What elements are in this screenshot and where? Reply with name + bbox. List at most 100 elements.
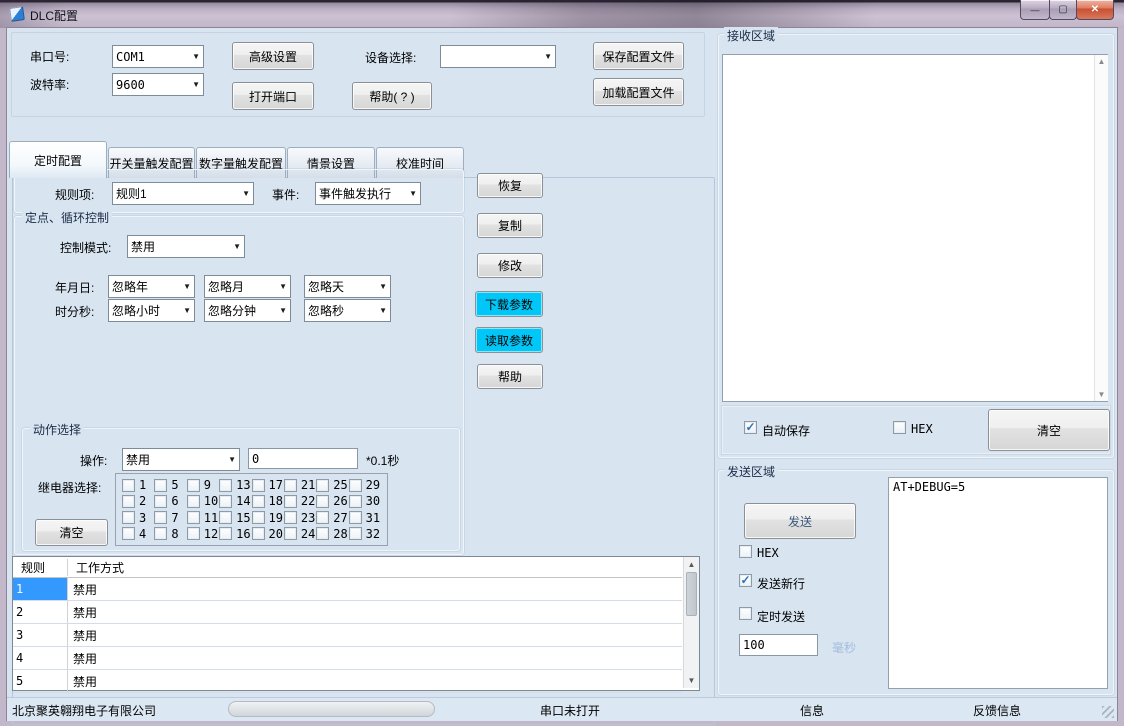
autosave-checkbox[interactable]: ✓ [744,421,757,434]
relay-checkbox[interactable] [122,511,135,524]
year-select[interactable]: 忽略年 ▼ [108,275,195,298]
minimize-button[interactable]: — [1020,0,1050,20]
mode-cell[interactable]: 禁用 [68,601,682,623]
relay-checkbox[interactable] [349,527,362,540]
table-row[interactable]: 2禁用 [13,601,682,624]
table-row[interactable]: 1禁用 [13,578,682,601]
mode-cell[interactable]: 禁用 [68,670,682,692]
send-newline-checkbox[interactable]: ✓ [739,574,752,587]
scroll-down-icon[interactable]: ▼ [1098,388,1106,401]
relay-checkbox[interactable] [349,495,362,508]
minute-select[interactable]: 忽略分钟 ▼ [204,299,291,322]
relay-checkbox[interactable] [349,479,362,492]
help-button[interactable]: 帮助 [477,364,543,389]
relay-checkbox[interactable] [154,495,167,508]
month-select[interactable]: 忽略月 ▼ [204,275,291,298]
relay-checkbox[interactable] [154,527,167,540]
relay-checkbox[interactable] [316,479,329,492]
relay-checkbox[interactable] [122,527,135,540]
rules-table[interactable]: 规则 工作方式 1禁用2禁用3禁用4禁用5禁用 ▲ ▼ [12,556,700,691]
rule-cell[interactable]: 4 [13,647,68,669]
relay-number: 1 [139,478,146,492]
maximize-button[interactable]: ▢ [1049,0,1077,20]
relay-checkbox[interactable] [284,511,297,524]
rule-select[interactable]: 规则1 ▼ [112,182,254,205]
title-bar[interactable]: DLC配置 — ▢ ✕ [0,0,1124,28]
relay-checkbox[interactable] [219,527,232,540]
receive-scrollbar[interactable]: ▲ ▼ [1094,55,1108,401]
relay-cell: 6 [154,493,186,509]
scrollbar-track[interactable] [684,616,699,673]
close-button[interactable]: ✕ [1076,0,1114,20]
save-config-button[interactable]: 保存配置文件 [593,42,684,70]
relay-checkbox[interactable] [252,479,265,492]
relay-checkbox[interactable] [154,479,167,492]
relay-clear-button[interactable]: 清空 [35,519,108,546]
modify-button[interactable]: 修改 [477,253,543,278]
table-row[interactable]: 3禁用 [13,624,682,647]
relay-checkbox[interactable] [284,527,297,540]
help-question-button[interactable]: 帮助( ? ) [352,82,432,110]
relay-checkbox[interactable] [252,495,265,508]
rule-cell[interactable]: 5 [13,670,68,692]
relay-checkbox[interactable] [284,495,297,508]
send-button[interactable]: 发送 [744,503,856,539]
relay-checkbox[interactable] [187,479,200,492]
scrollbar-thumb[interactable] [686,572,697,616]
tab-item[interactable]: 定时配置 [9,141,107,178]
relay-checkbox[interactable] [252,527,265,540]
send-textarea[interactable]: AT+DEBUG=5 [888,477,1108,689]
table-row[interactable]: 5禁用 [13,670,682,693]
resize-grip[interactable] [1102,706,1114,718]
rule-cell[interactable]: 3 [13,624,68,646]
relay-checkbox[interactable] [187,495,200,508]
relay-checkbox[interactable] [316,527,329,540]
copy-button[interactable]: 复制 [477,213,543,238]
load-config-button[interactable]: 加载配置文件 [593,78,684,106]
rule-cell[interactable]: 1 [13,578,68,600]
relay-checkbox[interactable] [154,511,167,524]
relay-checkbox[interactable] [219,495,232,508]
mode-cell[interactable]: 禁用 [68,647,682,669]
rule-cell[interactable]: 2 [13,601,68,623]
relay-checkbox[interactable] [349,511,362,524]
baud-rate-select[interactable]: 9600 ▼ [112,73,204,96]
send-hex-checkbox[interactable]: ✓ [739,545,752,558]
relay-checkbox[interactable] [284,479,297,492]
serial-port-select[interactable]: COM1 ▼ [112,45,204,68]
relay-checkbox[interactable] [187,527,200,540]
interval-input[interactable] [739,634,818,656]
mode-cell[interactable]: 禁用 [68,624,682,646]
relay-checkbox[interactable] [187,511,200,524]
relay-checkbox[interactable] [122,495,135,508]
receive-textarea[interactable] [722,54,1108,402]
advanced-settings-button[interactable]: 高级设置 [232,42,314,70]
hour-select[interactable]: 忽略小时 ▼ [108,299,195,322]
relay-checkbox[interactable] [219,511,232,524]
receive-hex-checkbox[interactable]: ✓ [893,421,906,434]
operation-select[interactable]: 禁用 ▼ [122,448,240,471]
receive-clear-button[interactable]: 清空 [988,409,1110,451]
day-select[interactable]: 忽略天 ▼ [304,275,391,298]
table-scrollbar[interactable]: ▲ ▼ [683,557,699,688]
scroll-up-icon[interactable]: ▲ [1098,55,1106,68]
mode-cell[interactable]: 禁用 [68,578,682,600]
open-port-button[interactable]: 打开端口 [232,82,314,110]
relay-checkbox[interactable] [316,495,329,508]
scroll-down-icon[interactable]: ▼ [684,673,699,688]
second-select[interactable]: 忽略秒 ▼ [304,299,391,322]
read-params-button[interactable]: 读取参数 [475,327,543,353]
event-select[interactable]: 事件触发执行 ▼ [315,182,421,205]
restore-button[interactable]: 恢复 [477,173,543,198]
timed-send-checkbox[interactable]: ✓ [739,607,752,620]
relay-checkbox[interactable] [122,479,135,492]
scroll-up-icon[interactable]: ▲ [684,557,699,572]
table-row[interactable]: 4禁用 [13,647,682,670]
relay-checkbox[interactable] [316,511,329,524]
control-mode-select[interactable]: 禁用 ▼ [127,235,245,258]
duration-input[interactable] [248,448,358,469]
download-params-button[interactable]: 下载参数 [475,291,543,317]
device-select[interactable]: ▼ [440,45,556,68]
relay-checkbox[interactable] [252,511,265,524]
relay-checkbox[interactable] [219,479,232,492]
